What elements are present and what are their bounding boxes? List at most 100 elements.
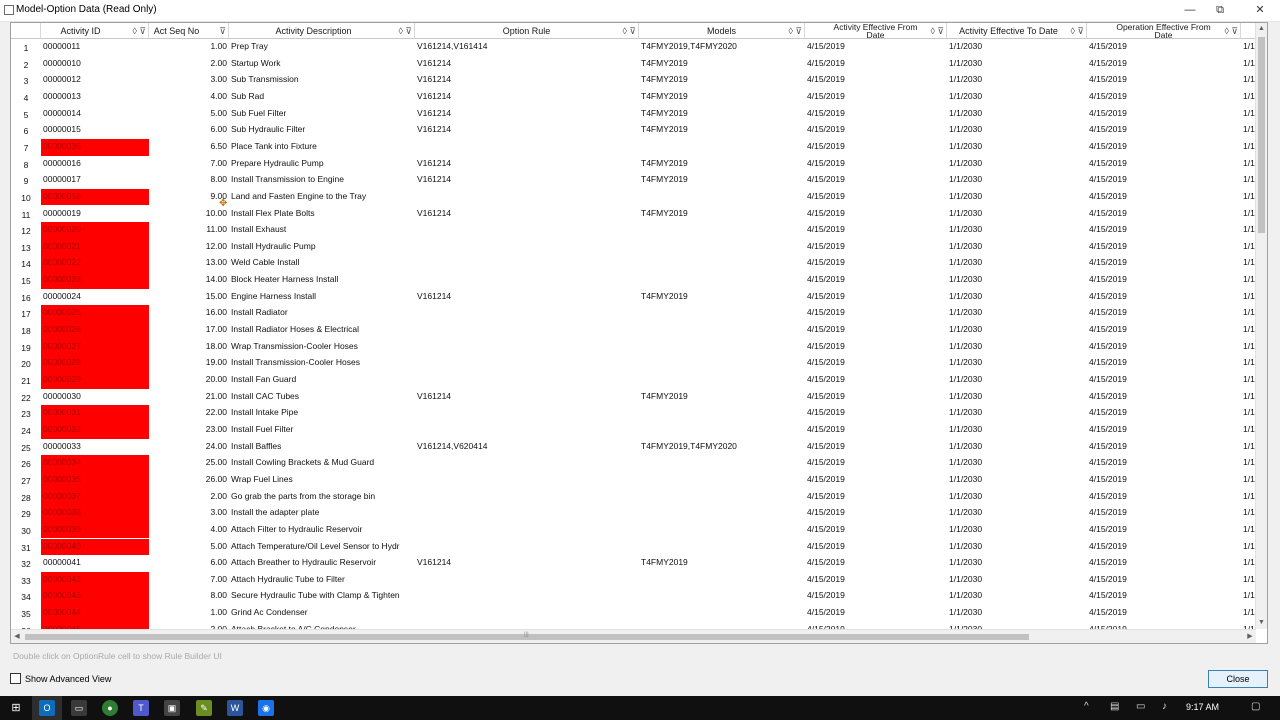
activity-description-cell[interactable]: Land and Fasten Engine to the Tray — [229, 189, 415, 206]
operation-effective-from-cell[interactable]: 4/15/2019 — [1087, 605, 1241, 622]
row-number[interactable]: 24 — [11, 422, 41, 439]
option-rule-cell[interactable]: V161214 — [415, 122, 639, 139]
operation-effective-from-cell[interactable]: 4/15/2019 — [1087, 422, 1241, 439]
act-seq-cell[interactable]: 10.00 — [149, 206, 229, 223]
activity-id-cell[interactable]: 00000030 — [41, 389, 149, 406]
activity-description-cell[interactable]: Attach Bracket to A/C Condenser — [229, 622, 415, 629]
activity-effective-from-cell[interactable]: 4/15/2019 — [805, 622, 947, 629]
activity-id-cell[interactable]: 00000014 — [41, 106, 149, 123]
act-seq-cell[interactable]: 7.00 — [149, 156, 229, 173]
operation-effective-from-cell[interactable]: 4/15/2019 — [1087, 522, 1241, 539]
models-cell[interactable] — [639, 255, 805, 272]
table-row[interactable]: 36000000452.00Attach Bracket to A/C Cond… — [11, 621, 1256, 629]
truncated-column-cell[interactable]: 1/1 — [1241, 339, 1256, 356]
models-cell[interactable] — [639, 455, 805, 472]
activity-effective-from-cell[interactable]: 4/15/2019 — [805, 56, 947, 73]
vertical-scroll-thumb[interactable] — [1258, 37, 1265, 233]
truncated-column-cell[interactable]: 1/1 — [1241, 56, 1256, 73]
activity-description-cell[interactable]: Sub Fuel Filter — [229, 106, 415, 123]
act-seq-cell[interactable]: 15.00 — [149, 289, 229, 306]
activity-description-cell[interactable]: Sub Rad — [229, 89, 415, 106]
act-seq-cell[interactable]: 6.50 — [149, 139, 229, 156]
activity-id-cell[interactable]: 00000024 — [41, 289, 149, 306]
models-cell[interactable] — [639, 305, 805, 322]
models-cell[interactable] — [639, 222, 805, 239]
act-seq-cell[interactable]: 19.00 — [149, 355, 229, 372]
app-window-taskbar-icon[interactable]: ▣ — [164, 700, 180, 716]
models-cell[interactable]: T4FMY2019 — [639, 106, 805, 123]
table-row[interactable]: 27 00000035 26.00 Wrap Fuel Lines 4/15/2019 1… — [11, 471, 1256, 489]
video-call-icon[interactable]: ◉ — [258, 700, 274, 716]
models-cell[interactable]: T4FMY2019,T4FMY2020 — [639, 39, 805, 56]
act-seq-cell[interactable]: 11.00 — [149, 222, 229, 239]
operation-effective-from-cell[interactable]: 4/15/2019 — [1087, 339, 1241, 356]
table-row[interactable]: 5 00000014 5.00 Sub Fuel Filter V161214 T4FMY… — [11, 106, 1256, 123]
models-cell[interactable]: T4FMY2019 — [639, 389, 805, 406]
activity-id-cell[interactable]: 00000028 — [41, 355, 149, 372]
scroll-up-arrow-icon[interactable]: ▲ — [1256, 23, 1267, 35]
activity-id-cell[interactable]: 00000041 — [41, 555, 149, 572]
activity-effective-from-cell[interactable]: 4/15/2019 — [805, 39, 947, 56]
activity-effective-to-cell[interactable]: 1/1/2030 — [947, 389, 1087, 406]
activity-effective-from-cell[interactable]: 4/15/2019 — [805, 339, 947, 356]
table-row[interactable]: 6 00000015 6.00 Sub Hydraulic Filter V161214… — [11, 122, 1256, 139]
row-number[interactable]: 17 — [11, 305, 41, 322]
activity-effective-from-cell[interactable]: 4/15/2019 — [805, 89, 947, 106]
models-cell[interactable] — [639, 189, 805, 206]
activity-effective-to-cell[interactable]: 1/1/2030 — [947, 322, 1087, 339]
models-cell[interactable]: T4FMY2019 — [639, 122, 805, 139]
models-cell[interactable] — [639, 622, 805, 629]
activity-id-cell[interactable]: 00000044 — [41, 605, 149, 622]
activity-effective-to-cell[interactable]: 1/1/2030 — [947, 455, 1087, 472]
option-rule-cell[interactable]: V161214 — [415, 56, 639, 73]
operation-effective-from-cell[interactable]: 4/15/2019 — [1087, 439, 1241, 456]
act-seq-cell[interactable]: 9.00 — [149, 189, 229, 206]
option-rule-cell[interactable] — [415, 489, 639, 506]
activity-id-cell[interactable]: 00000019 — [41, 206, 149, 223]
models-cell[interactable] — [639, 239, 805, 256]
activity-effective-from-cell[interactable]: 4/15/2019 — [805, 222, 947, 239]
notifications-icon[interactable]: ▢ — [1251, 701, 1260, 712]
activity-effective-to-cell[interactable]: 1/1/2030 — [947, 422, 1087, 439]
option-rule-cell[interactable]: V161214,V620414 — [415, 439, 639, 456]
activity-effective-to-cell[interactable]: 1/1/2030 — [947, 622, 1087, 629]
row-number[interactable]: 27 — [11, 472, 41, 489]
models-cell[interactable] — [639, 472, 805, 489]
table-row[interactable]: 11 00000019 10.00 Install Flex Plate Bolts V… — [11, 206, 1256, 223]
act-seq-cell[interactable]: 8.00 — [149, 172, 229, 189]
truncated-column-cell[interactable]: 1/1 — [1241, 39, 1256, 56]
models-cell[interactable]: T4FMY2019 — [639, 206, 805, 223]
act-seq-cell[interactable]: 6.00 — [149, 555, 229, 572]
option-rule-cell[interactable] — [415, 455, 639, 472]
activity-id-cell[interactable]: 00000013 — [41, 89, 149, 106]
activity-effective-from-cell[interactable]: 4/15/2019 — [805, 405, 947, 422]
act-seq-cell[interactable]: 6.00 — [149, 122, 229, 139]
truncated-column-cell[interactable]: 1/1 — [1241, 222, 1256, 239]
table-row[interactable]: 7 00000036 6.50 Place Tank into Fixture 4/15… — [11, 138, 1256, 156]
activity-description-cell[interactable]: Prepare Hydraulic Pump — [229, 156, 415, 173]
operation-effective-from-cell[interactable]: 4/15/2019 — [1087, 89, 1241, 106]
table-row[interactable]: 4 00000013 4.00 Sub Rad V161214 T4FMY2019 4/15… — [11, 89, 1256, 106]
activity-id-cell[interactable]: 00000039 — [41, 521, 149, 539]
activity-id-cell[interactable]: 00000042 — [41, 571, 149, 589]
activity-id-cell[interactable]: 00000043 — [41, 588, 149, 606]
operation-effective-from-cell[interactable]: 4/15/2019 — [1087, 322, 1241, 339]
activity-effective-from-cell[interactable]: 4/15/2019 — [805, 172, 947, 189]
activity-description-cell[interactable]: Install Radiator — [229, 305, 415, 322]
row-number[interactable]: 34 — [11, 588, 41, 605]
table-row[interactable]: 16 00000024 15.00 Engine Harness Install V16… — [11, 289, 1256, 306]
models-cell[interactable] — [639, 572, 805, 589]
truncated-column-cell[interactable]: 1/1 — [1241, 189, 1256, 206]
table-row[interactable]: 26 00000034 25.00 Install Cowling Brackets … — [11, 455, 1256, 472]
operation-effective-from-cell[interactable]: 4/15/2019 — [1087, 139, 1241, 156]
models-cell[interactable]: T4FMY2019 — [639, 172, 805, 189]
option-rule-cell[interactable] — [415, 372, 639, 389]
operation-effective-from-cell[interactable]: 4/15/2019 — [1087, 239, 1241, 256]
models-cell[interactable]: T4FMY2019 — [639, 156, 805, 173]
activity-effective-to-cell[interactable]: 1/1/2030 — [947, 89, 1087, 106]
activity-effective-to-cell[interactable]: 1/1/2030 — [947, 372, 1087, 389]
table-row[interactable]: 30 00000039 4.00 Attach Filter to Hydraulic… — [11, 521, 1256, 539]
act-seq-cell[interactable]: 3.00 — [149, 72, 229, 89]
option-rule-cell[interactable] — [415, 322, 639, 339]
activity-effective-from-cell[interactable]: 4/15/2019 — [805, 322, 947, 339]
